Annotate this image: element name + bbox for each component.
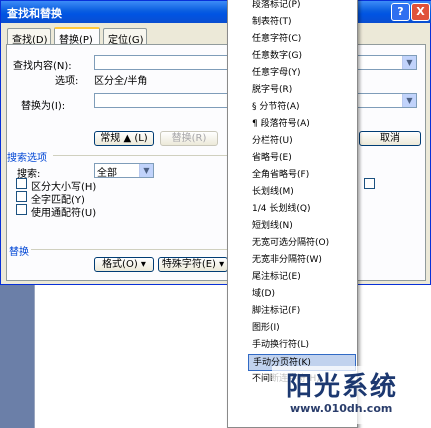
menu-item[interactable]: 脱字号(R)	[252, 82, 356, 99]
search-direction-value: 全部	[97, 168, 117, 179]
match-case-checkbox[interactable]	[16, 178, 27, 189]
menu-item[interactable]: 无宽非分隔符(W)	[252, 252, 356, 269]
search-options-title: 搜索选项	[7, 153, 47, 164]
special-button[interactable]: 特殊字符(E) ▾	[158, 257, 228, 272]
menu-item[interactable]: 图形(I)	[252, 320, 356, 337]
menu-item[interactable]: 手动换行符(L)	[252, 337, 356, 354]
menu-item[interactable]: 尾注标记(E)	[252, 269, 356, 286]
menu-item[interactable]: 制表符(T)	[252, 14, 356, 31]
chevron-down-icon[interactable]: ▼	[139, 164, 153, 177]
document-page	[34, 285, 230, 428]
replace-button[interactable]: 替换(R)	[160, 131, 218, 146]
watermark-logo: 阳光系统	[286, 372, 399, 402]
window-title: 查找和替换	[7, 7, 62, 20]
find-replace-dialog: 查找和替换 ? X 查找(D) 替换(P) 定位(G) 查找内容(N): ▼ 选…	[0, 0, 431, 285]
find-label: 查找内容(N):	[13, 61, 72, 72]
chevron-down-icon[interactable]: ▼	[402, 56, 416, 69]
menu-item[interactable]: ¶ 段落符号(A)	[252, 116, 356, 133]
menu-icon-strip	[228, 0, 247, 427]
menu-item[interactable]: 脚注标记(F)	[252, 303, 356, 320]
replace-section-title: 替换	[9, 247, 29, 258]
menu-item[interactable]: 长划线(M)	[252, 184, 356, 201]
search-direction-select[interactable]: 全部 ▼	[94, 163, 154, 179]
menu-item[interactable]: 无宽可选分隔符(O)	[252, 235, 356, 252]
close-button[interactable]: X	[411, 3, 430, 21]
section-divider	[31, 249, 228, 250]
help-button[interactable]: ?	[391, 3, 410, 21]
special-characters-menu: 段落标记(P) 制表符(T) 任意字符(C) 任意数字(G) 任意字母(Y) 脱字号(R)…	[227, 0, 358, 428]
options-label: 选项:	[55, 76, 79, 87]
normal-button[interactable]: 常规 ▲ (L)	[94, 131, 154, 146]
menu-item[interactable]: 1/4 长划线(Q)	[252, 201, 356, 218]
wildcards-label: 使用通配符(U)	[31, 208, 97, 219]
title-bar[interactable]: 查找和替换 ? X	[1, 1, 431, 23]
menu-item[interactable]: 短划线(N)	[252, 218, 356, 235]
options-value: 区分全/半角	[94, 76, 148, 87]
menu-item[interactable]: § 分节符(A)	[252, 99, 356, 116]
whole-word-checkbox[interactable]	[16, 191, 27, 202]
menu-item[interactable]: 任意字符(C)	[252, 31, 356, 48]
menu-item[interactable]: 任意数字(G)	[252, 48, 356, 65]
section-divider	[53, 155, 229, 156]
menu-item[interactable]: 分栏符(U)	[252, 133, 356, 150]
menu-item[interactable]: 域(D)	[252, 286, 356, 303]
chevron-down-icon[interactable]: ▼	[402, 94, 416, 107]
tab-replace[interactable]: 替换(P)	[54, 27, 100, 46]
format-button[interactable]: 格式(O) ▾	[94, 257, 154, 272]
wildcards-checkbox[interactable]	[16, 204, 27, 215]
partial-checkbox[interactable]	[364, 178, 375, 189]
tab-goto[interactable]: 定位(G)	[103, 28, 147, 46]
menu-item[interactable]: 省略号(E)	[252, 150, 356, 167]
cancel-button[interactable]: 取消	[359, 131, 421, 146]
tab-find[interactable]: 查找(D)	[7, 28, 51, 46]
watermark-url: www.010dh.com	[290, 402, 393, 415]
menu-item[interactable]: 全角省略号(F)	[252, 167, 356, 184]
replace-label: 替换为(I):	[21, 101, 66, 112]
menu-item[interactable]: 段落标记(P)	[252, 0, 356, 14]
menu-item[interactable]: 任意字母(Y)	[252, 65, 356, 82]
